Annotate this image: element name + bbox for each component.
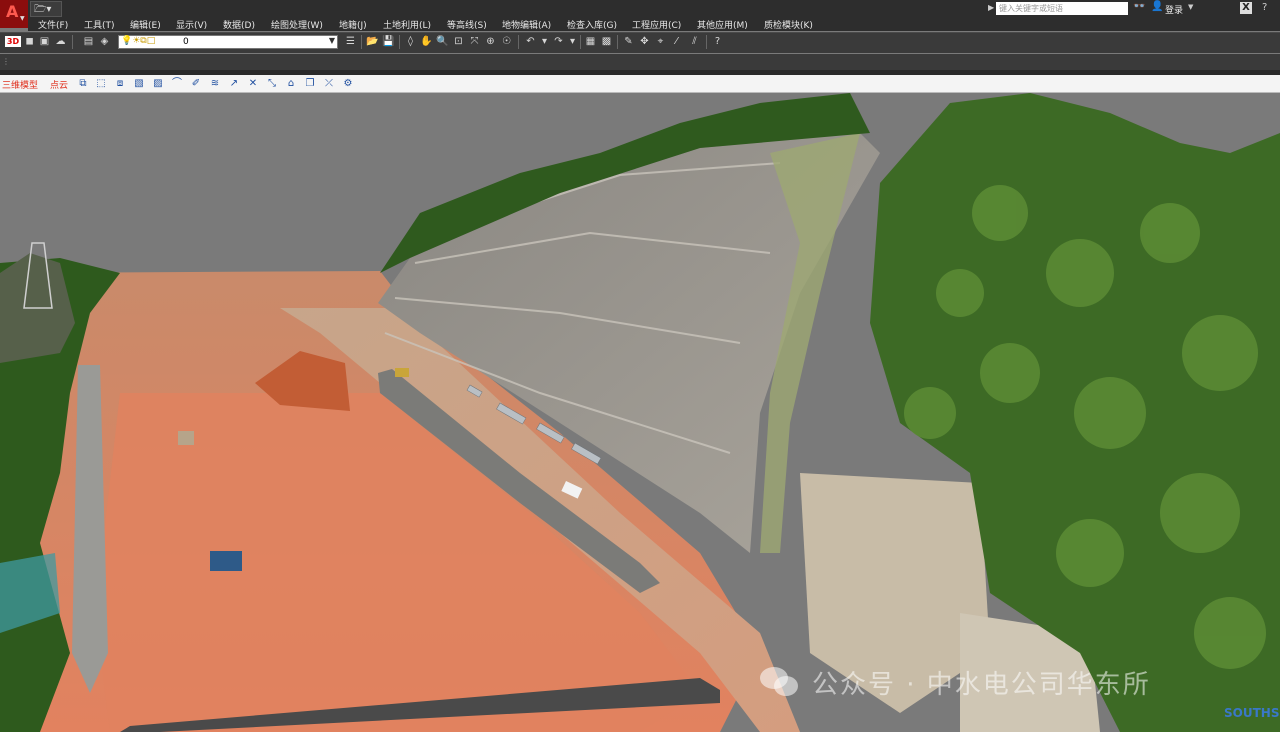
erase-icon[interactable]: ◊ [404, 34, 417, 49]
search-expand-icon[interactable]: ▶ [988, 3, 994, 12]
calculator-icon[interactable]: ▩ [600, 34, 613, 49]
cube-icon[interactable]: ◼ [23, 34, 36, 49]
copy-icon[interactable]: ❐ [303, 76, 317, 91]
image-export-icon[interactable]: ▨ [151, 76, 165, 91]
layers-icon[interactable]: ◈ [98, 34, 111, 49]
vector-icon[interactable]: ↗ [227, 76, 241, 91]
polyline-icon[interactable]: ⁄ [670, 34, 683, 49]
help-icon[interactable]: ? [1262, 2, 1267, 13]
layer-select[interactable]: 💡☀⧉□ 0 ▼ [118, 35, 338, 49]
menu-quality[interactable]: 质检模块(K) [764, 18, 813, 31]
wechat-logo-icon [760, 667, 798, 696]
blue-truck [210, 551, 242, 571]
connect-icon[interactable]: ⤫ [322, 76, 336, 91]
toolbar-separator [361, 35, 362, 49]
menu-edit[interactable]: 编辑(E) [130, 18, 161, 31]
help-icon[interactable]: ? [711, 34, 724, 49]
chevron-down-icon[interactable]: ▾ [538, 34, 551, 49]
offset-icon[interactable]: ⫽ [688, 34, 701, 49]
save-icon[interactable]: 💾 [382, 34, 395, 49]
application-menu-button[interactable]: A ▼ [0, 0, 28, 28]
linetype-icon[interactable]: ☰ [344, 34, 357, 49]
pan-hand-icon[interactable]: ✋ [420, 34, 433, 49]
image-icon[interactable]: ▧ [132, 76, 146, 91]
snap-icon[interactable]: ⌖ [654, 34, 667, 49]
zoom-realtime-icon[interactable]: ☉ [500, 34, 513, 49]
app-logo-icon: A [6, 2, 19, 21]
watermark-text: 公众号 · 中水电公司华东所 [812, 670, 1151, 700]
menu-data[interactable]: 数据(D) [223, 18, 255, 31]
auto-extract-icon[interactable]: ≋ [208, 76, 222, 91]
toolbar-separator [617, 35, 618, 49]
user-icon[interactable]: 👤 [1151, 1, 1163, 12]
menu-land-use[interactable]: 土地利用(L) [383, 18, 431, 31]
menu-file[interactable]: 文件(F) [38, 18, 68, 31]
redo-icon[interactable]: ↷ [552, 34, 565, 49]
cloud-icon[interactable]: ☁ [54, 34, 67, 49]
pencil-icon[interactable]: ✎ [622, 34, 635, 49]
model-box-icon[interactable]: ⧈ [113, 76, 127, 91]
toolbar-grip-icon[interactable]: ⋮ [2, 57, 10, 66]
move-icon[interactable]: ✥ [638, 34, 651, 49]
layer-value: 0 [183, 37, 189, 47]
view-3d-button[interactable]: 3D [5, 36, 21, 47]
box-icon[interactable]: ▣ [38, 34, 51, 49]
toolbar-separator [72, 35, 73, 49]
lightbulb-icon: 💡☀⧉□ [121, 36, 156, 46]
3d-model-label: 三维模型 [2, 81, 39, 91]
chevron-down-icon: ▼ [328, 36, 335, 45]
south-logo: SOUTHS [1224, 706, 1280, 720]
zoom-window-icon[interactable]: ⊡ [452, 34, 465, 49]
table-icon[interactable]: ▦ [584, 34, 597, 49]
properties-icon[interactable]: ▤ [82, 34, 95, 49]
excavator [395, 368, 409, 377]
machine-pair [178, 431, 194, 445]
draw-line-icon[interactable]: ✐ [189, 76, 203, 91]
toolbar-separator [399, 35, 400, 49]
edge-icon[interactable]: ⤡ [265, 76, 279, 91]
menu-tools[interactable]: 工具(T) [84, 18, 115, 31]
menu-feature-edit[interactable]: 地物编辑(A) [502, 18, 551, 31]
menu-cadastre[interactable]: 地籍(J) [339, 18, 367, 31]
menu-engineering[interactable]: 工程应用(C) [632, 18, 681, 31]
building-icon[interactable]: ⌂ [284, 76, 298, 91]
chevron-down-icon: ▼ [20, 15, 25, 22]
exchange-icon[interactable]: X [1240, 2, 1252, 14]
menu-check-import[interactable]: 检查入库(G) [567, 18, 617, 31]
chevron-down-icon[interactable]: ▾ [566, 34, 579, 49]
menu-contour[interactable]: 等高线(S) [447, 18, 487, 31]
vertex-icon[interactable]: ✕ [246, 76, 260, 91]
chevron-down-icon[interactable]: ▼ [1188, 3, 1193, 11]
search-input[interactable]: 键入关键字或短语 [996, 2, 1128, 15]
undo-icon[interactable]: ↶ [524, 34, 537, 49]
section-icon[interactable]: ⌒ [170, 76, 184, 91]
point-cloud-label: 点云 [50, 81, 69, 91]
login-button[interactable]: 登录 [1165, 3, 1183, 16]
menu-other[interactable]: 其他应用(M) [697, 18, 748, 31]
secondary-toolbar [0, 54, 1280, 70]
toolbar-separator [706, 35, 707, 49]
settings-gear-icon[interactable]: ⚙ [341, 76, 355, 91]
model-clip-icon[interactable]: ⬚ [94, 76, 108, 91]
3d-scene [0, 93, 1280, 732]
model-load-icon[interactable]: ⧉ [76, 76, 90, 91]
zoom-extents-icon[interactable]: ⤧ [468, 34, 481, 49]
toolbar-separator [518, 35, 519, 49]
open-folder-icon[interactable]: 📂 [366, 34, 379, 49]
menu-view[interactable]: 显示(V) [176, 18, 207, 31]
binoculars-icon[interactable]: 👓 [1133, 1, 1145, 12]
3d-viewport[interactable] [0, 93, 1280, 732]
zoom-icon[interactable]: 🔍 [436, 34, 449, 49]
menu-drawing[interactable]: 绘图处理(W) [271, 18, 323, 31]
quick-access-open-button[interactable]: 🗁▾ [30, 1, 62, 17]
toolbar-separator [580, 35, 581, 49]
zoom-previous-icon[interactable]: ⊕ [484, 34, 497, 49]
